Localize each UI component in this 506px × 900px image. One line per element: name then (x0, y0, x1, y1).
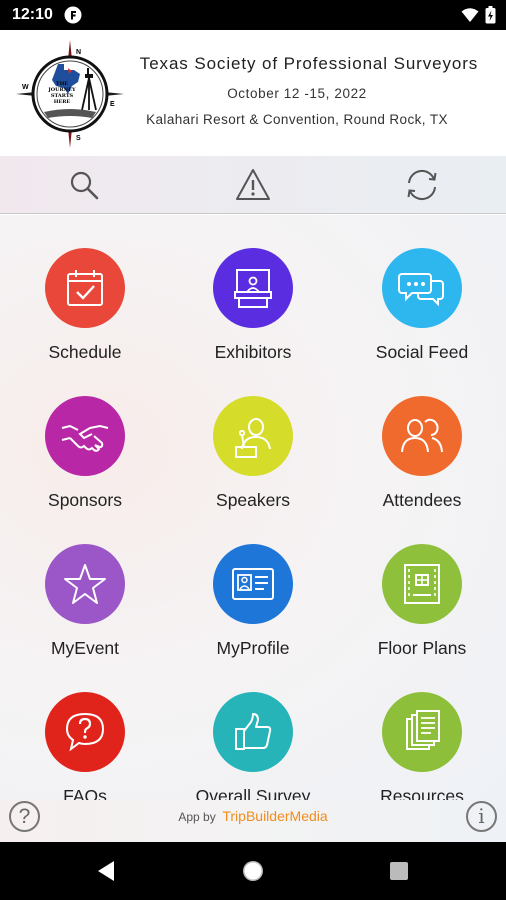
tile-label: Exhibitors (214, 342, 292, 362)
tile-label: Attendees (382, 490, 462, 510)
event-header: THE JOURNEY STARTS HERE N S E W Texas So… (0, 30, 506, 156)
warning-icon (236, 169, 270, 200)
tile-label: FAQs (63, 786, 107, 800)
floor-plans-icon-circle (382, 544, 462, 624)
search-icon (70, 171, 99, 200)
status-indicators (461, 6, 496, 24)
calendar-check-icon (67, 270, 103, 306)
booth-icon (234, 269, 272, 308)
alerts-button[interactable] (233, 166, 273, 204)
floor-plan-icon (404, 564, 440, 604)
app-credit[interactable]: App by TripBuilderMedia (0, 808, 506, 824)
star-icon (64, 564, 106, 604)
tile-speakers[interactable]: Speakers (183, 396, 323, 536)
tsps-compass-logo: THE JOURNEY STARTS HERE N S E W (16, 40, 124, 148)
tile-faqs[interactable]: FAQs (15, 692, 155, 800)
footer-bar: ? App by TripBuilderMedia i (0, 800, 506, 842)
exhibitors-icon-circle (213, 248, 293, 328)
back-icon[interactable] (94, 858, 120, 884)
toolbar (0, 156, 506, 214)
compass-s: S (76, 135, 81, 142)
tile-schedule[interactable]: Schedule (15, 248, 155, 388)
credit-brand-tripbuilder: TripBuilder (222, 808, 290, 824)
myprofile-icon-circle (213, 544, 293, 624)
app-notification-icon (64, 6, 82, 24)
tile-label: Social Feed (375, 342, 469, 362)
compass-e: E (110, 101, 115, 108)
tile-label: Sponsors (48, 490, 122, 510)
schedule-icon-circle (45, 248, 125, 328)
resources-icon-circle (382, 692, 462, 772)
tile-label: MyEvent (50, 638, 120, 658)
refresh-icon (407, 169, 437, 201)
menu-grid: Schedule Exhibitors Social Feed Sponsors… (0, 215, 506, 800)
android-nav-bar (0, 842, 506, 900)
tile-resources[interactable]: Resources (352, 692, 492, 800)
documents-icon (406, 710, 440, 750)
handshake-icon (61, 424, 109, 452)
battery-icon (485, 6, 496, 24)
speakers-icon-circle (213, 396, 293, 476)
id-card-icon (232, 568, 274, 600)
people-icon (401, 418, 443, 453)
speaker-podium-icon (235, 418, 271, 458)
tile-label: Floor Plans (377, 638, 467, 658)
overall-survey-icon-circle (213, 692, 293, 772)
attendees-icon-circle (382, 396, 462, 476)
tile-floor-plans[interactable]: Floor Plans (352, 544, 492, 684)
tile-label: Speakers (216, 490, 290, 510)
faqs-icon-circle (45, 692, 125, 772)
tile-label: Overall Survey (195, 786, 311, 800)
info-button[interactable]: i (466, 801, 497, 832)
tile-label: Resources (380, 786, 464, 800)
tile-sponsors[interactable]: Sponsors (15, 396, 155, 536)
sponsors-icon-circle (45, 396, 125, 476)
question-bubble-icon (65, 712, 105, 752)
compass-w: W (22, 84, 29, 91)
tile-exhibitors[interactable]: Exhibitors (183, 248, 323, 388)
myevent-icon-circle (45, 544, 125, 624)
search-button[interactable] (64, 166, 104, 204)
organization-title: Texas Society of Professional Surveyors (139, 54, 479, 73)
home-icon[interactable] (240, 858, 266, 884)
logo-text-4: HERE (54, 99, 71, 105)
recents-icon[interactable] (386, 858, 412, 884)
credit-prefix: App by (178, 810, 216, 824)
event-dates: October 12 -15, 2022 (227, 86, 367, 101)
tile-label: MyProfile (216, 638, 290, 658)
credit-brand-media: Media (289, 808, 328, 824)
tile-attendees[interactable]: Attendees (352, 396, 492, 536)
status-bar: 12:10 (0, 0, 506, 30)
event-venue: Kalahari Resort & Convention, Round Rock… (146, 112, 448, 127)
tile-myevent[interactable]: MyEvent (15, 544, 155, 684)
tile-overall-survey[interactable]: Overall Survey (183, 692, 323, 800)
tile-social-feed[interactable]: Social Feed (352, 248, 492, 388)
social-feed-icon-circle (382, 248, 462, 328)
thumbs-up-icon (235, 713, 272, 750)
compass-n: N (76, 49, 81, 56)
status-time: 12:10 (12, 6, 53, 23)
chat-bubbles-icon (398, 273, 444, 307)
sync-button[interactable] (402, 166, 442, 204)
tile-myprofile[interactable]: MyProfile (183, 544, 323, 684)
wifi-icon (461, 8, 479, 22)
tile-label: Schedule (48, 342, 122, 362)
